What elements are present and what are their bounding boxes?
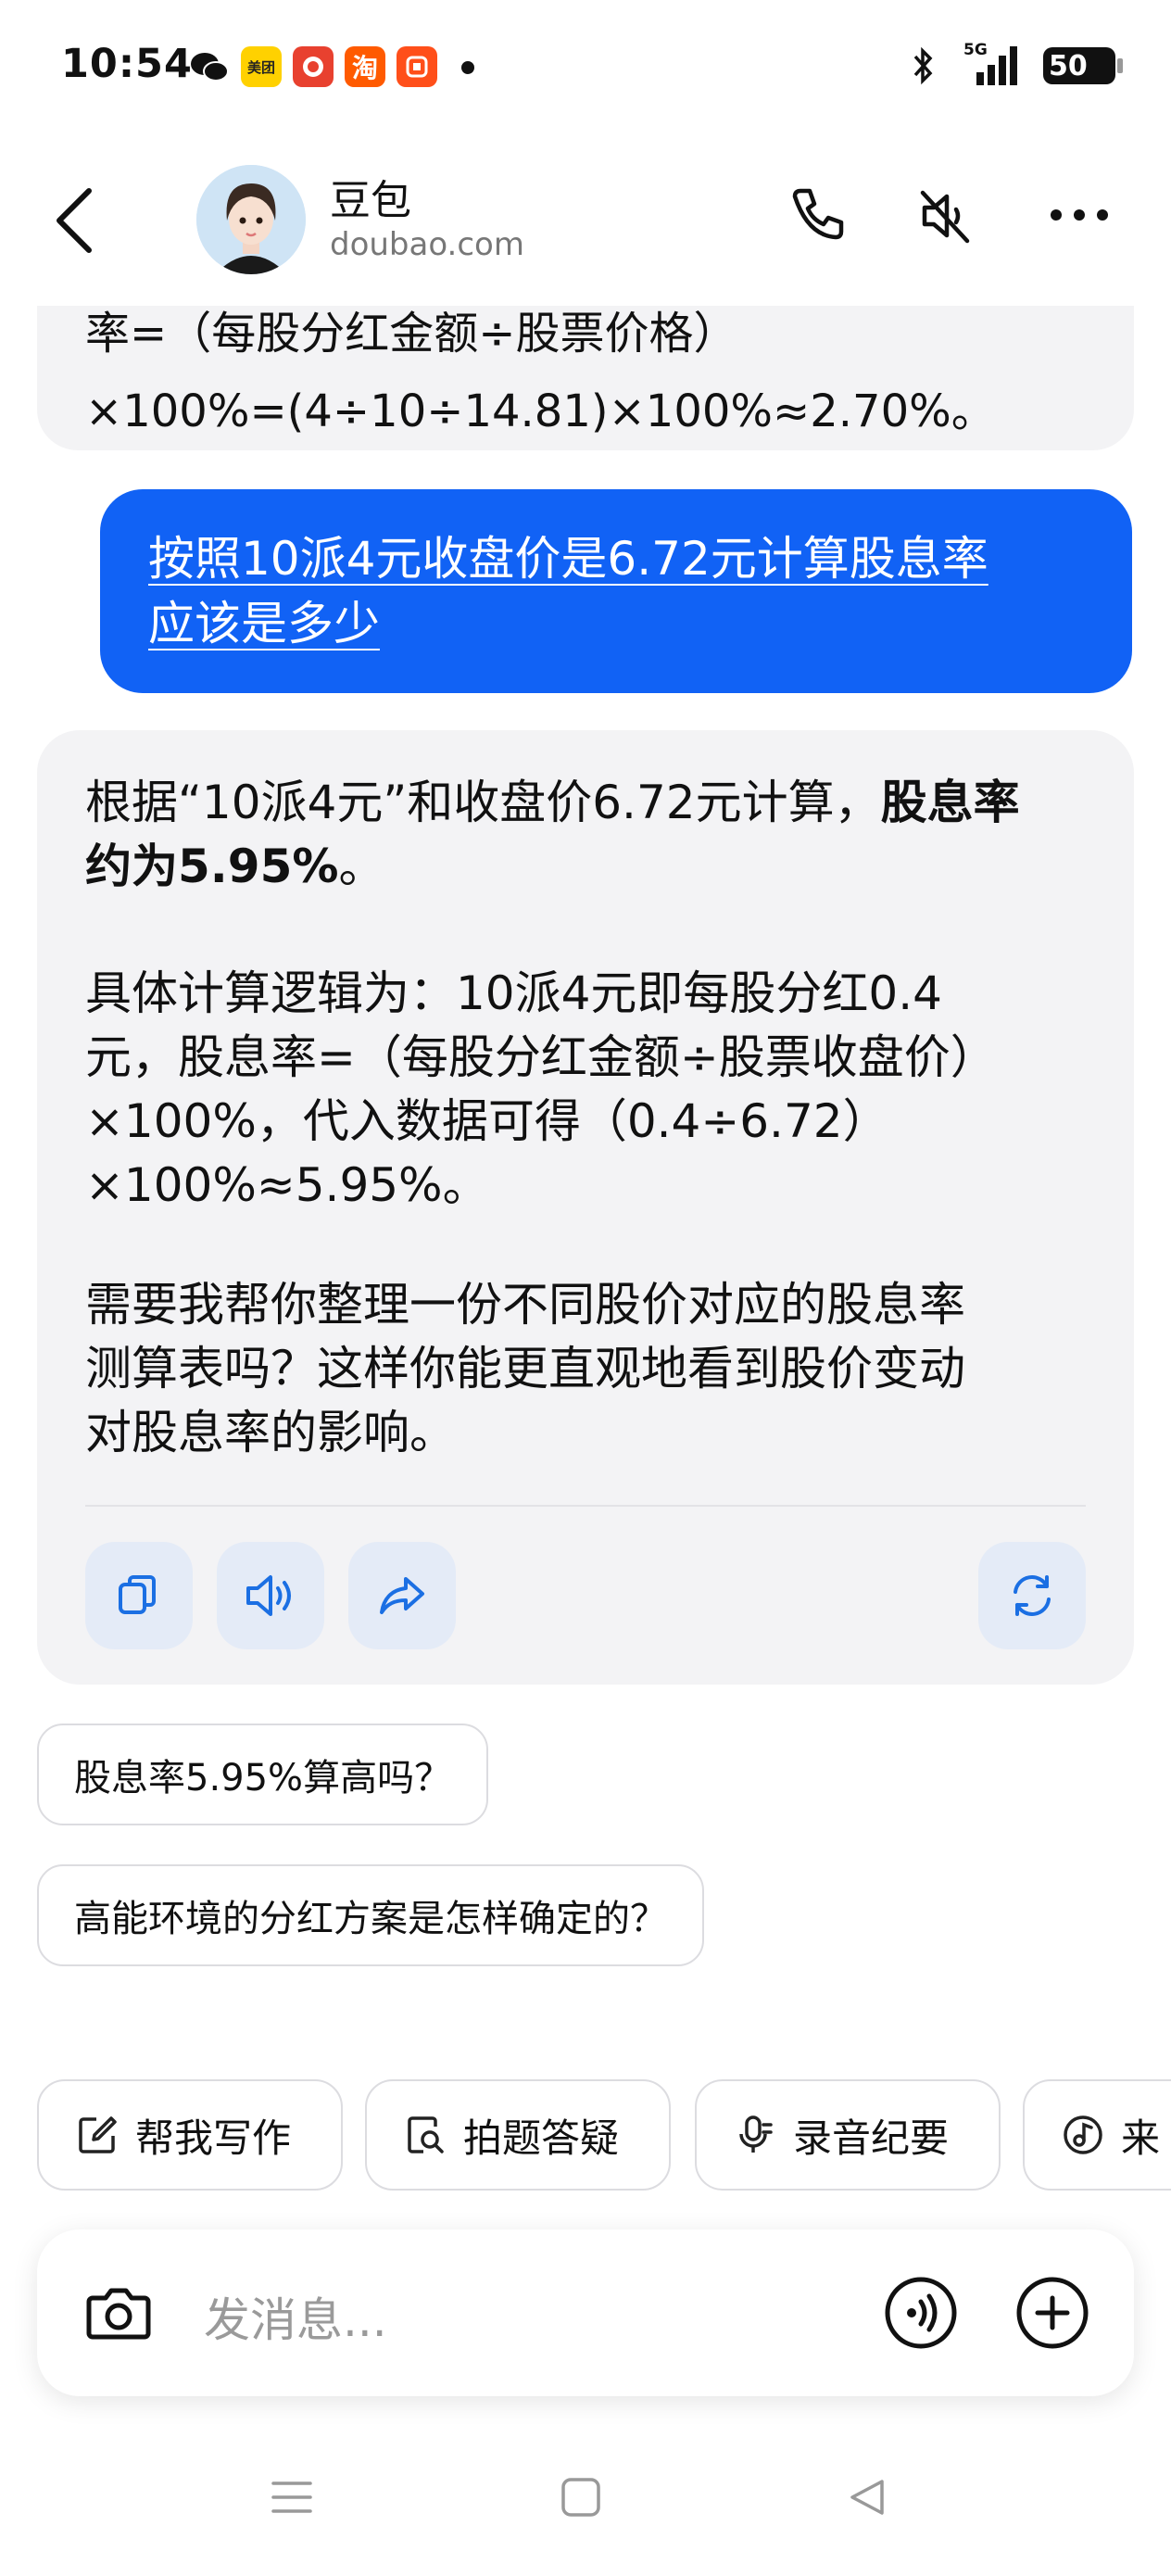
tool-photo-question-button[interactable]: 拍题答疑	[365, 2079, 671, 2191]
bot-name: 豆包	[330, 177, 411, 224]
camera-icon[interactable]	[82, 2276, 156, 2350]
message-composer: 发消息...	[37, 2229, 1134, 2396]
ai-p1-plain: 根据“10派4元”和收盘价6.72元计算，	[85, 776, 881, 829]
ai-p1-bold: 股息率	[880, 776, 1020, 829]
taobao-label: 淘	[351, 53, 378, 83]
ai-p3-line-1: 需要我帮你整理一份不同股价对应的股息率	[85, 1278, 965, 1332]
previous-clipped-line: 率=（每股分红金额÷股票价格）	[85, 308, 738, 360]
add-icon[interactable]	[1014, 2274, 1091, 2352]
battery-level: 50	[1049, 49, 1088, 82]
status-right: 5G 50	[912, 41, 1123, 87]
edit-icon	[79, 2116, 117, 2153]
microphone-icon	[739, 2115, 773, 2153]
tool-label: 录音纪要	[793, 2115, 950, 2161]
photo-search-icon	[408, 2116, 444, 2153]
home-nav-icon[interactable]	[558, 2474, 604, 2520]
ai-paragraph-1: 根据“10派4元”和收盘价6.72元计算，股息率 约为5.95%。	[85, 771, 1086, 899]
meituan-icon: 美团	[241, 46, 282, 87]
ai-p3-line-3: 对股息率的影响。	[85, 1406, 456, 1459]
copy-button[interactable]	[85, 1542, 193, 1649]
copy-icon	[119, 1575, 156, 1614]
app-icon	[397, 46, 437, 87]
back-arrow-icon[interactable]	[52, 185, 98, 256]
ai-p1-bold-2: 约为5.95%	[85, 840, 339, 893]
ai-actions-divider	[85, 1505, 1086, 1507]
bot-domain: doubao.com	[330, 226, 524, 263]
regenerate-button[interactable]	[978, 1542, 1086, 1649]
ai-p1-end: 。	[338, 840, 385, 893]
message-input[interactable]: 发消息...	[204, 2283, 387, 2350]
share-icon	[380, 1577, 424, 1614]
mute-icon[interactable]	[915, 185, 976, 246]
ai-p2-line-4: ×100%≈5.95%。	[85, 1158, 489, 1212]
user-message-bubble[interactable]: 按照10派4元收盘价是6.72元计算股息率 应该是多少	[100, 489, 1132, 693]
user-message-line-2: 应该是多少	[148, 597, 380, 650]
music-icon	[1064, 2115, 1102, 2154]
ai-message-bubble: 根据“10派4元”和收盘价6.72元计算，股息率 约为5.95%。 具体计算逻辑…	[37, 730, 1134, 1685]
ai-p2-line-3: ×100%，代入数据可得（0.4÷6.72）	[85, 1094, 889, 1148]
read-aloud-button[interactable]	[217, 1542, 324, 1649]
ai-p2-line-2: 元，股息率=（每股分红金额÷股票收盘价）	[85, 1030, 997, 1084]
suggestion-chip[interactable]: 高能环境的分红方案是怎样确定的？	[37, 1864, 704, 1966]
battery-icon: 50	[1043, 47, 1123, 84]
tool-music-button[interactable]: 来	[1023, 2079, 1171, 2191]
status-time: 10:54	[61, 41, 193, 87]
more-notifications-dot	[461, 61, 474, 74]
game-app-icon	[293, 46, 334, 87]
speaker-icon	[246, 1575, 291, 1616]
user-message-line-1: 按照10派4元收盘价是6.72元计算股息率	[148, 532, 988, 586]
chat-header	[0, 139, 1171, 306]
tool-recording-button[interactable]: 录音纪要	[695, 2079, 1001, 2191]
previous-last-line: ×100%=(4÷10÷14.81)×100%≈2.70%。	[85, 385, 996, 437]
wechat-icon	[189, 46, 230, 87]
share-button[interactable]	[348, 1542, 456, 1649]
menu-nav-icon[interactable]	[269, 2474, 315, 2520]
meituan-label: 美团	[246, 58, 275, 76]
tool-label: 帮我写作	[135, 2115, 292, 2161]
back-nav-icon[interactable]	[845, 2474, 891, 2520]
voice-call-icon[interactable]	[882, 2274, 960, 2352]
suggestion-chip[interactable]: 股息率5.95%算高吗？	[37, 1724, 489, 1825]
ai-paragraph-2: 具体计算逻辑为：10派4元即每股分红0.4 元，股息率=（每股分红金额÷股票收盘…	[85, 962, 1086, 1218]
tool-label: 来	[1121, 2115, 1161, 2161]
tool-label: 拍题答疑	[463, 2115, 620, 2161]
signal-icon: 5G	[956, 41, 1023, 87]
phone-call-icon[interactable]	[786, 185, 847, 246]
ai-p3-line-2: 测算表吗？这样你能更直观地看到股价变动	[85, 1342, 965, 1395]
ai-p2-line-1: 具体计算逻辑为：10派4元即每股分红0.4	[85, 966, 942, 1020]
bluetooth-icon	[913, 46, 933, 85]
tool-writing-button[interactable]: 帮我写作	[37, 2079, 343, 2191]
more-icon[interactable]	[1047, 204, 1112, 226]
refresh-icon	[1014, 1575, 1051, 1616]
bot-avatar[interactable]	[196, 165, 306, 274]
taobao-icon: 淘	[345, 46, 385, 87]
ai-paragraph-3: 需要我帮你整理一份不同股价对应的股息率 测算表吗？这样你能更直观地看到股价变动 …	[85, 1273, 1086, 1465]
status-bar: 10:54 美团 淘 5G 50	[0, 0, 1171, 139]
